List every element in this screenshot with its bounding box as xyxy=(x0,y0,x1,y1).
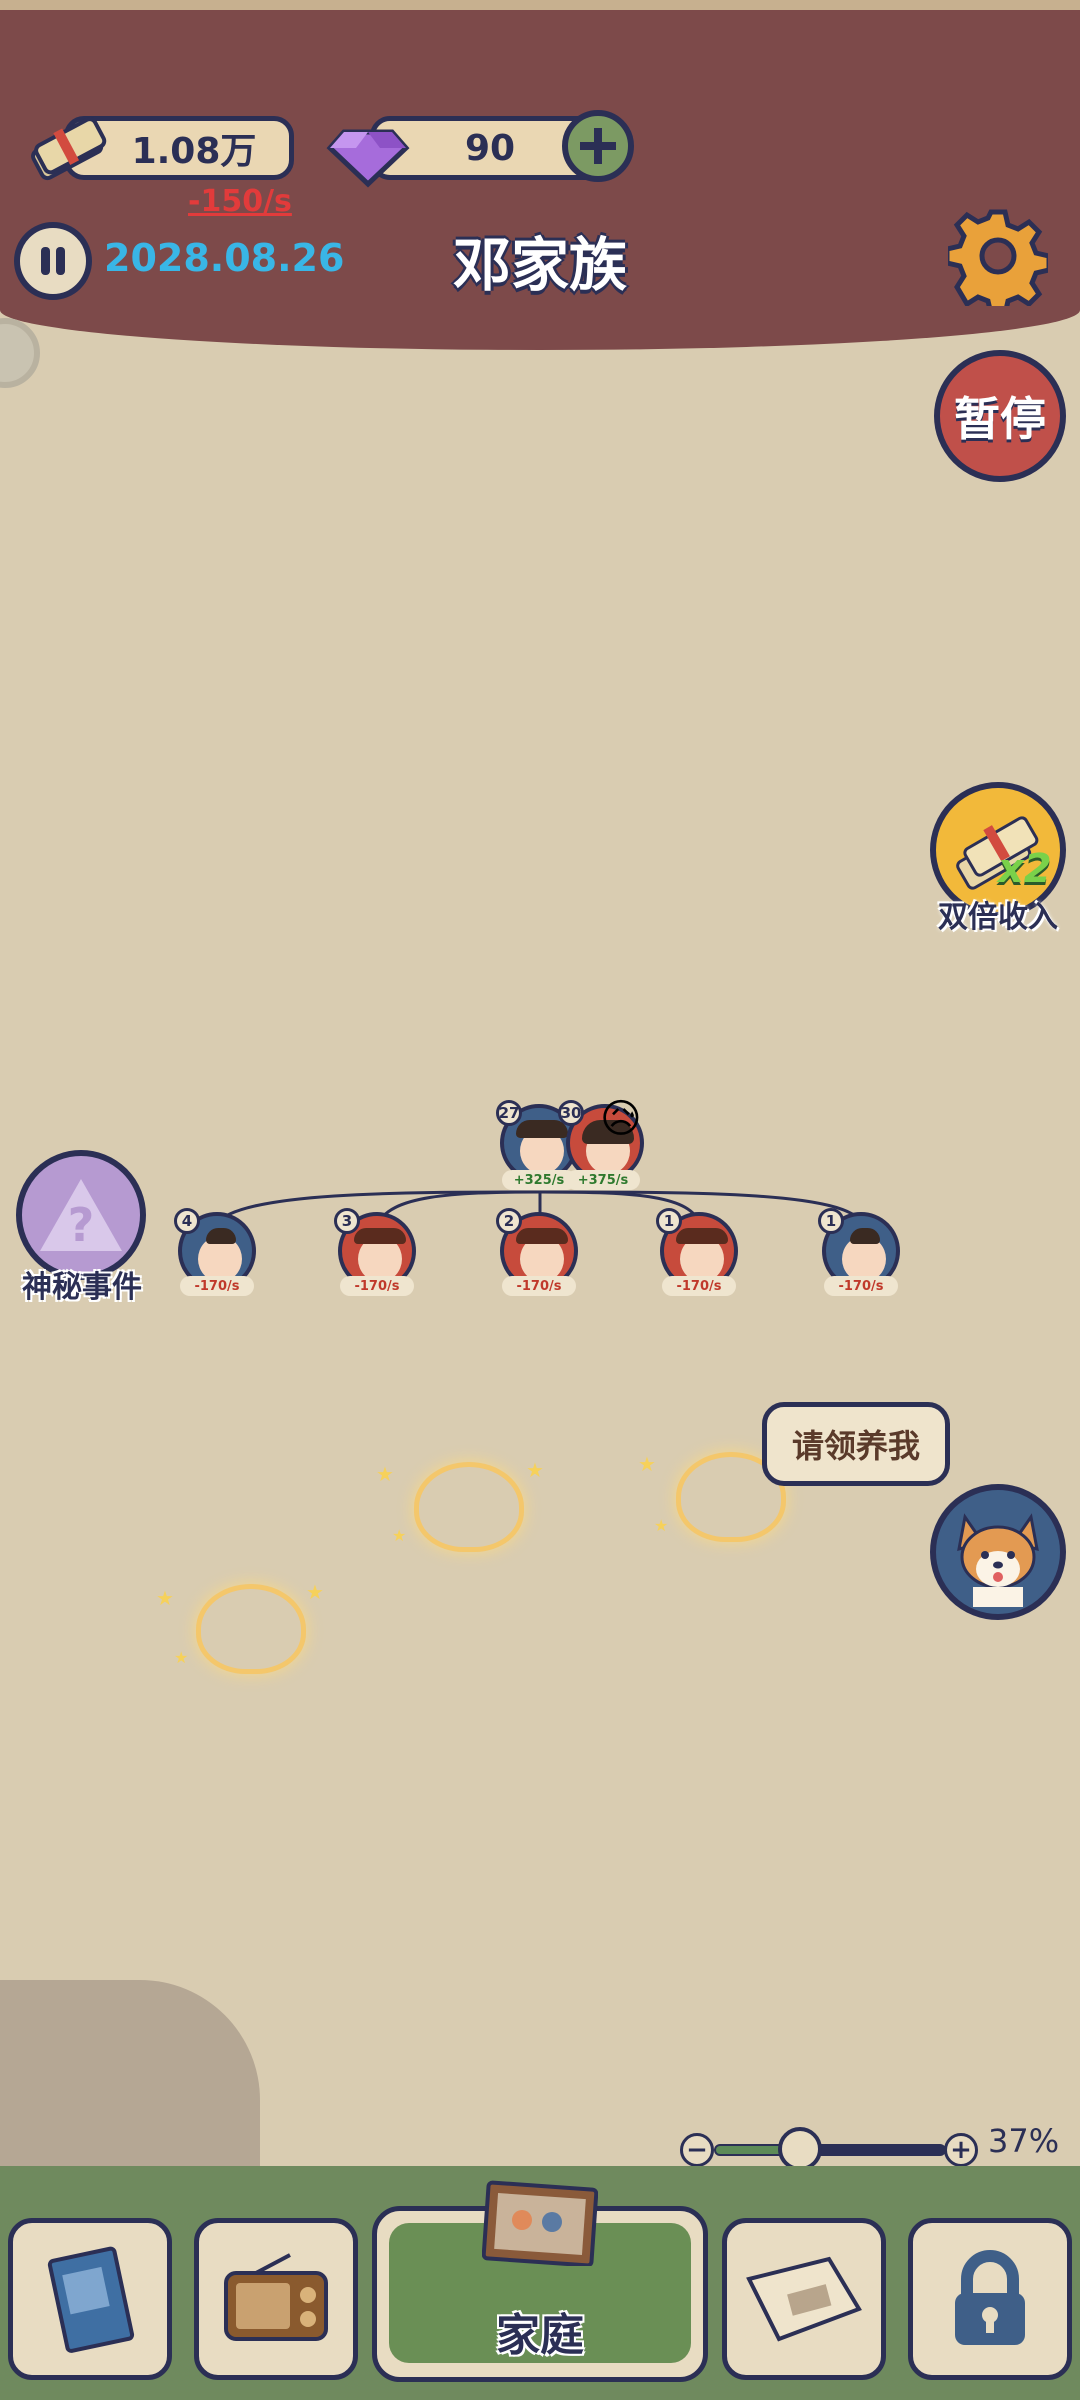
cash-stack-icon xyxy=(28,108,108,188)
income-rate: -170/s xyxy=(180,1276,254,1296)
adopt-pet-button[interactable] xyxy=(930,1484,1066,1620)
money-rate: -150/s xyxy=(188,184,292,219)
sparkle-icon: ★ xyxy=(392,1526,407,1545)
age-badge: 30 xyxy=(558,1100,584,1126)
tab-map[interactable] xyxy=(722,2218,886,2380)
age-badge: 2 xyxy=(496,1208,522,1234)
income-rate: -170/s xyxy=(340,1276,414,1296)
zoom-in-button[interactable]: + xyxy=(944,2133,978,2167)
sparkle-icon: ★ xyxy=(376,1462,394,1486)
diamond-icon xyxy=(326,106,410,190)
double-income-label: 双倍收入 xyxy=(938,900,1058,935)
age-badge: 4 xyxy=(174,1208,200,1234)
sparkle-icon: ★ xyxy=(156,1586,174,1610)
plus-icon: + xyxy=(950,2135,972,2165)
sparkle-icon: ★ xyxy=(526,1458,544,1482)
corgi-icon xyxy=(957,1513,1039,1607)
tab-family-label: 家庭 xyxy=(496,2310,584,2361)
zoom-out-button[interactable]: − xyxy=(680,2133,714,2167)
income-rate: -170/s xyxy=(824,1276,898,1296)
income-rate: +325/s xyxy=(502,1170,576,1190)
brick-wall-decoration xyxy=(0,1980,260,2170)
paw-placeholder-icon[interactable] xyxy=(196,1584,306,1674)
sparkle-icon: ★ xyxy=(638,1452,656,1476)
plus-icon xyxy=(580,128,616,164)
minus-icon: − xyxy=(686,2135,708,2165)
age-badge: 1 xyxy=(656,1208,682,1234)
age-badge: 27 xyxy=(496,1100,522,1126)
book-icon xyxy=(47,2246,135,2353)
double-badge: x2 xyxy=(998,846,1052,892)
income-rate: +375/s xyxy=(566,1170,640,1190)
map-scroll-icon xyxy=(746,2256,862,2342)
age-badge: 1 xyxy=(818,1208,844,1234)
lock-icon xyxy=(955,2250,1025,2345)
sparkle-icon: ★ xyxy=(654,1516,669,1535)
mystery-event-label: 神秘事件 xyxy=(22,1270,142,1305)
age-badge: 3 xyxy=(334,1208,360,1234)
paw-placeholder-icon[interactable] xyxy=(414,1462,524,1552)
tab-radio[interactable] xyxy=(194,2218,358,2380)
gear-icon xyxy=(944,209,1052,317)
tab-locked[interactable] xyxy=(908,2218,1072,2380)
income-rate: -170/s xyxy=(662,1276,736,1296)
sparkle-icon: ★ xyxy=(306,1580,324,1604)
family-name-title[interactable]: 邓家族 xyxy=(0,218,1080,302)
zoom-thumb[interactable] xyxy=(777,2127,822,2171)
family-photo-icon xyxy=(481,2176,599,2268)
pet-speech-bubble: 请领养我 xyxy=(762,1402,950,1486)
pause-button-label: 暂停 xyxy=(954,392,1046,446)
tab-book[interactable] xyxy=(8,2218,172,2380)
gem-value: 90 xyxy=(464,127,516,169)
add-gems-button[interactable] xyxy=(562,110,634,182)
radio-icon xyxy=(224,2253,328,2341)
pause-button[interactable]: 暂停 xyxy=(934,350,1066,482)
sleep-bubble-icon[interactable] xyxy=(0,318,40,388)
zoom-percent: 37% xyxy=(988,2122,1060,2160)
pet-speech-text: 请领养我 xyxy=(791,1427,920,1465)
income-rate: -170/s xyxy=(502,1276,576,1296)
sparkle-icon: ★ xyxy=(174,1648,189,1667)
sad-emoji-icon: 😥 xyxy=(600,1096,642,1142)
money-value: 1.08万 xyxy=(131,131,257,172)
settings-button[interactable] xyxy=(944,206,1052,317)
